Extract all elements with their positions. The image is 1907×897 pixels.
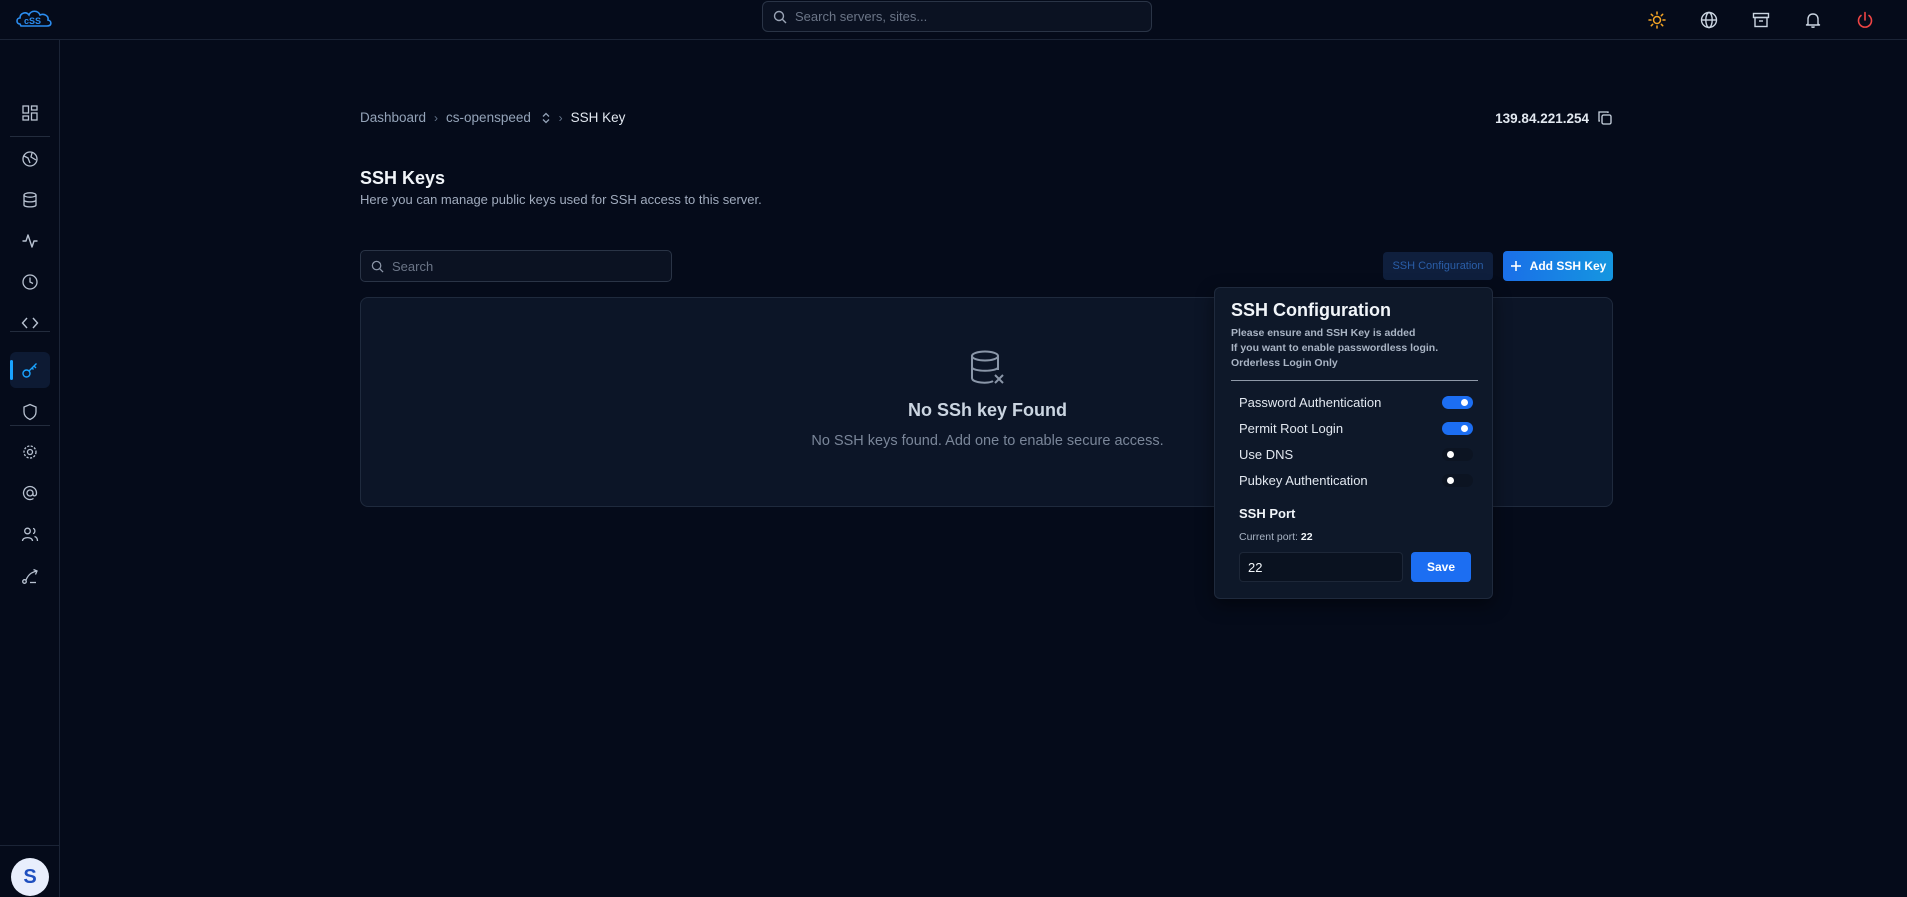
breadcrumb-server-label: cs-openspeed (446, 110, 531, 125)
sidebar-item-dashboard[interactable] (10, 95, 50, 131)
logout-button[interactable] (1839, 6, 1891, 34)
current-port: Current port: 22 (1239, 531, 1313, 543)
add-ssh-key-button[interactable]: Add SSH Key (1503, 251, 1613, 281)
svg-text:cSS: cSS (24, 16, 41, 26)
plus-icon (1510, 261, 1521, 271)
user-avatar[interactable]: S (11, 858, 49, 896)
search-icon (773, 10, 787, 23)
ssh-port-input[interactable] (1239, 552, 1403, 582)
sidebar-divider (10, 331, 50, 332)
sites-icon (22, 151, 38, 167)
breadcrumb-dashboard[interactable]: Dashboard (360, 110, 426, 125)
sidebar-item-databases[interactable] (10, 182, 50, 218)
popover-note: Please ensure and SSH Key is added (1231, 327, 1416, 339)
app-logo[interactable]: cSS (14, 6, 54, 34)
sidebar-item-monitoring[interactable] (10, 223, 50, 259)
sidebar: S (0, 40, 60, 897)
sidebar-item-ssh-keys[interactable] (10, 352, 50, 388)
settings-icon (23, 445, 37, 459)
ssh-port-label: SSH Port (1239, 506, 1296, 521)
ssh-configuration-popover: SSH Configuration Please ensure and SSH … (1214, 287, 1493, 599)
ssh-key-search[interactable] (360, 250, 672, 282)
globe-icon (1700, 11, 1718, 29)
use-dns-toggle[interactable] (1442, 447, 1473, 461)
at-sign-icon (22, 485, 38, 501)
breadcrumb-server-selector[interactable]: cs-openspeed (446, 110, 551, 125)
sidebar-item-settings[interactable] (10, 434, 50, 470)
toggle-row-pubkey-auth: Pubkey Authentication (1239, 469, 1473, 491)
toggle-row-permit-root: Permit Root Login (1239, 417, 1473, 439)
toggle-row-password-auth: Password Authentication (1239, 391, 1473, 413)
database-icon (23, 192, 37, 208)
password-auth-toggle[interactable] (1442, 395, 1473, 409)
add-ssh-key-label: Add SSH Key (1529, 259, 1607, 273)
sidebar-divider (10, 425, 50, 426)
users-icon (21, 527, 39, 542)
archive-button[interactable] (1735, 6, 1787, 34)
sidebar-item-deploy[interactable] (10, 558, 50, 594)
sidebar-item-code[interactable] (10, 305, 50, 341)
deploy-icon (22, 568, 38, 584)
activity-icon (22, 234, 38, 248)
popover-title: SSH Configuration (1231, 300, 1391, 320)
toggle-label: Password Authentication (1239, 394, 1382, 410)
sidebar-item-users[interactable] (10, 516, 50, 552)
sidebar-item-sites[interactable] (10, 141, 50, 177)
bell-icon (1805, 13, 1821, 28)
toggle-row-use-dns: Use DNS (1239, 443, 1473, 465)
breadcrumb: Dashboard › cs-openspeed › SSH Key (360, 110, 625, 125)
search-icon (371, 260, 384, 273)
key-icon (22, 363, 37, 378)
current-port-value: 22 (1300, 531, 1313, 543)
pubkey-auth-toggle[interactable] (1442, 473, 1473, 487)
global-search[interactable] (762, 1, 1152, 32)
sidebar-divider (0, 845, 60, 846)
save-port-button[interactable]: Save (1411, 552, 1471, 582)
permit-root-login-toggle[interactable] (1442, 421, 1473, 435)
popover-divider (1231, 380, 1478, 381)
global-search-input[interactable] (795, 9, 1135, 24)
chevron-right-icon: › (558, 110, 563, 125)
sidebar-item-cron[interactable] (10, 264, 50, 300)
page-title: SSH Keys (360, 168, 446, 188)
toggle-label: Permit Root Login (1239, 420, 1344, 436)
server-ip: 139.84.221.254 (1495, 110, 1613, 126)
top-bar: cSS (0, 0, 1907, 40)
language-button[interactable] (1683, 6, 1735, 34)
sidebar-item-email[interactable] (10, 475, 50, 511)
ssh-configuration-button[interactable]: SSH Configuration (1383, 252, 1493, 280)
archive-icon (1752, 12, 1770, 28)
sidebar-divider (10, 136, 50, 137)
header-actions (1631, 6, 1891, 34)
shield-icon (23, 403, 37, 421)
chevron-updown-icon (542, 113, 550, 124)
server-ip-text: 139.84.221.254 (1495, 110, 1589, 126)
toggle-label: Pubkey Authentication (1239, 472, 1368, 488)
ssh-key-search-input[interactable] (392, 258, 662, 274)
clock-icon (22, 274, 38, 290)
notifications-button[interactable] (1787, 6, 1839, 34)
popover-note: Orderless Login Only (1231, 357, 1338, 369)
database-x-icon (971, 350, 1004, 384)
popover-note: If you want to enable passwordless login… (1231, 342, 1439, 354)
sun-icon (1648, 11, 1666, 29)
logo-icon: cSS (16, 10, 52, 27)
current-port-label: Current port: (1239, 531, 1298, 543)
toggle-label: Use DNS (1239, 446, 1294, 462)
chevron-right-icon: › (434, 110, 439, 125)
page-description: Here you can manage public keys used for… (360, 192, 762, 207)
code-icon (21, 317, 39, 329)
breadcrumb-current: SSH Key (570, 110, 626, 125)
copy-icon[interactable] (1597, 110, 1613, 126)
dashboard-grid-icon (22, 105, 38, 121)
theme-toggle-button[interactable] (1631, 6, 1683, 34)
power-icon (1857, 11, 1873, 28)
